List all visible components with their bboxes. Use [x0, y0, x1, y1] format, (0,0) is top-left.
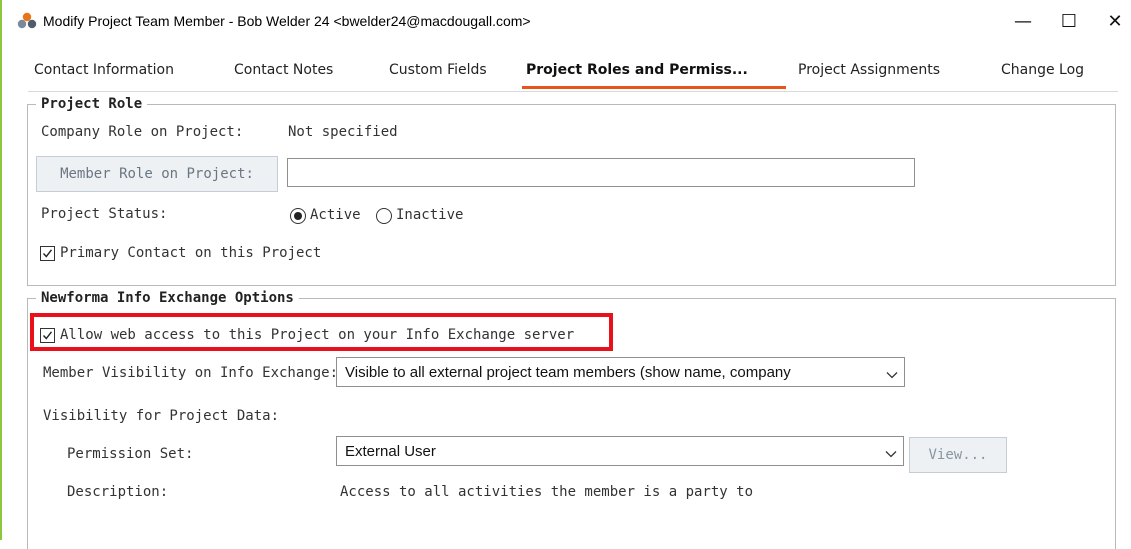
status-active-label[interactable]: Active: [310, 207, 361, 223]
project-status-label: Project Status:: [41, 206, 168, 222]
title-bar[interactable]: Modify Project Team Member - Bob Welder …: [2, 0, 1131, 42]
minimize-icon: —: [1014, 10, 1032, 32]
permission-set-label: Permission Set:: [67, 446, 194, 462]
chevron-down-icon: [885, 445, 897, 462]
member-visibility-value: Visible to all external project team mem…: [345, 364, 791, 381]
maximize-icon: ☐: [1060, 10, 1078, 32]
tab-divider: [28, 91, 1118, 92]
member-role-button-label: Member Role on Project:: [60, 166, 254, 182]
minimize-button[interactable]: —: [1000, 0, 1046, 42]
annotation-highlight-box: [30, 313, 613, 351]
maximize-button[interactable]: ☐: [1046, 0, 1092, 42]
company-role-value: Not specified: [288, 124, 398, 140]
status-active-radio[interactable]: [290, 208, 306, 224]
tab-project-roles-and-permissions[interactable]: Project Roles and Permiss...: [522, 60, 752, 80]
status-inactive-radio[interactable]: [376, 208, 392, 224]
company-role-label: Company Role on Project:: [41, 124, 244, 140]
description-value: Access to all activities the member is a…: [340, 484, 754, 500]
info-exchange-legend: Newforma Info Exchange Options: [36, 290, 299, 306]
tab-contact-information[interactable]: Contact Information: [30, 60, 178, 80]
member-role-button[interactable]: Member Role on Project:: [36, 156, 278, 192]
window-title: Modify Project Team Member - Bob Welder …: [43, 13, 531, 29]
member-visibility-label: Member Visibility on Info Exchange:: [43, 365, 339, 381]
tab-contact-notes[interactable]: Contact Notes: [230, 60, 337, 80]
tab-change-log[interactable]: Change Log: [997, 60, 1088, 80]
tab-custom-fields[interactable]: Custom Fields: [385, 60, 491, 80]
view-button-label: View...: [928, 447, 988, 463]
checkmark-icon: [42, 249, 53, 258]
member-role-input[interactable]: [287, 158, 915, 187]
description-label: Description:: [67, 484, 169, 500]
project-role-group: Project Role Company Role on Project: No…: [27, 96, 1116, 286]
app-logo-icon: [16, 12, 38, 30]
permission-set-select[interactable]: External User: [336, 436, 904, 466]
tab-project-assignments[interactable]: Project Assignments: [794, 60, 944, 80]
chevron-down-icon: [882, 366, 898, 383]
view-button[interactable]: View...: [909, 437, 1007, 473]
primary-contact-label[interactable]: Primary Contact on this Project: [60, 245, 321, 261]
active-tab-indicator: [522, 86, 786, 89]
project-role-legend: Project Role: [36, 96, 148, 112]
tab-strip: Contact Information Contact Notes Custom…: [2, 56, 1131, 92]
close-button[interactable]: ✕: [1092, 0, 1131, 42]
permission-set-value: External User: [345, 443, 436, 460]
status-inactive-label[interactable]: Inactive: [396, 207, 463, 223]
primary-contact-checkbox[interactable]: [40, 246, 55, 261]
member-visibility-select[interactable]: Visible to all external project team mem…: [336, 357, 905, 387]
visibility-data-label: Visibility for Project Data:: [43, 408, 280, 424]
close-icon: ✕: [1107, 10, 1123, 32]
